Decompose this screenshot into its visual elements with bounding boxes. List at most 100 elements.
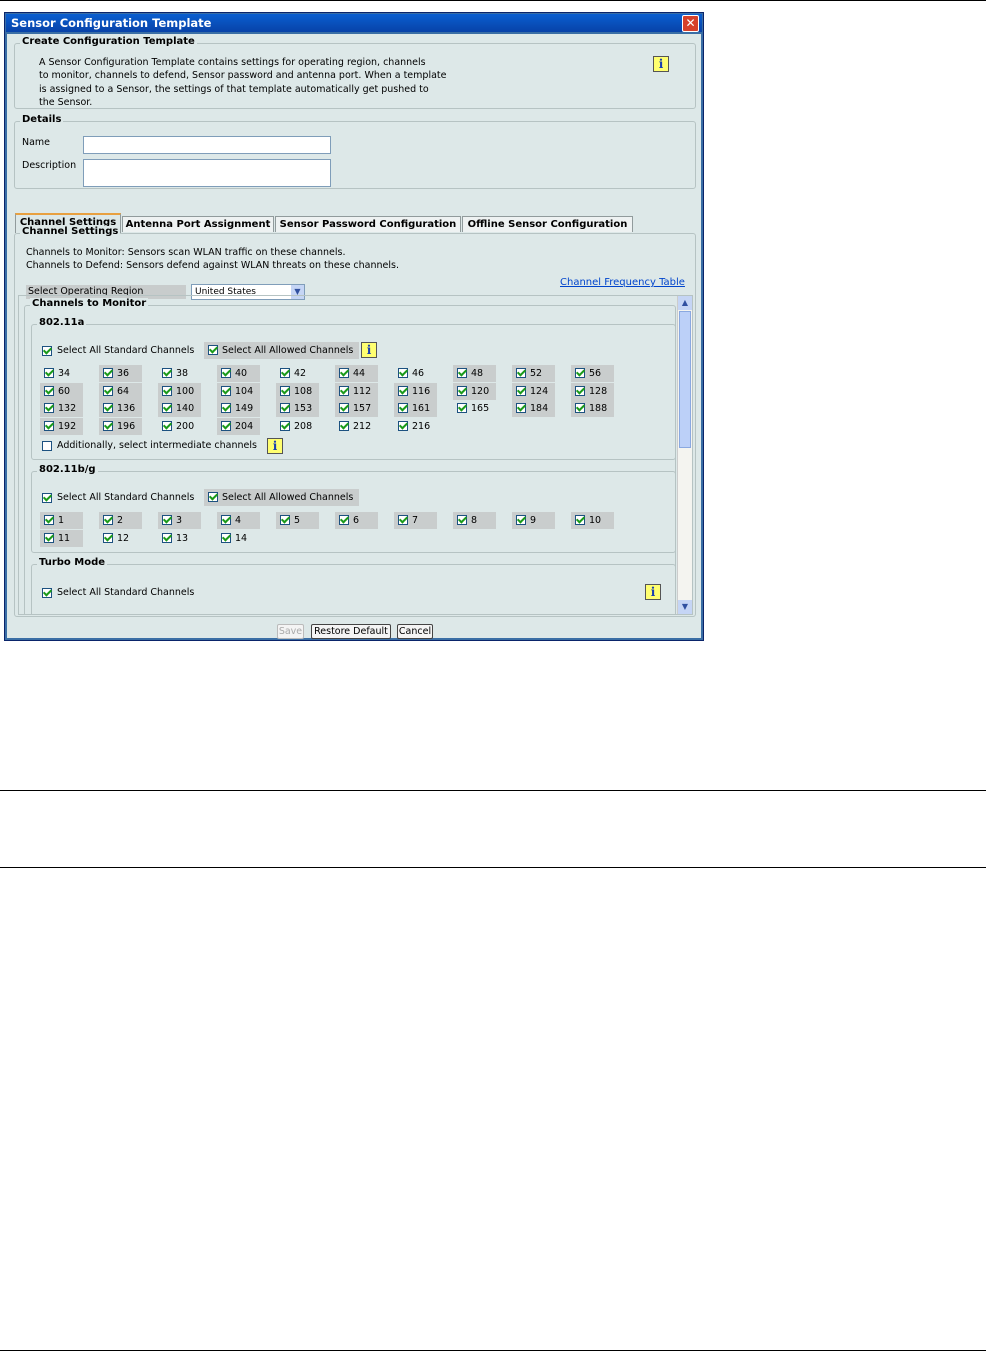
channel-checkbox[interactable]	[44, 385, 54, 396]
vertical-scrollbar[interactable]: ▲ ▼	[677, 296, 692, 614]
save-button[interactable]: Save	[277, 624, 304, 639]
channel-checkbox-item[interactable]: 40	[217, 365, 260, 382]
name-input[interactable]	[83, 136, 331, 154]
channel-checkbox[interactable]	[221, 532, 231, 543]
channel-checkbox[interactable]	[221, 368, 231, 378]
channel-checkbox[interactable]	[162, 403, 172, 413]
channel-checkbox[interactable]	[575, 368, 585, 378]
channel-checkbox-item[interactable]: 44	[335, 365, 378, 382]
channel-checkbox-item[interactable]: 8	[453, 512, 496, 529]
channel-checkbox-item[interactable]: 192	[40, 417, 83, 435]
channel-checkbox[interactable]	[280, 403, 290, 413]
channel-checkbox-item[interactable]: 46	[394, 365, 437, 382]
channel-checkbox-item[interactable]: 64	[99, 382, 142, 400]
channel-checkbox-item[interactable]: 11	[40, 529, 83, 547]
channel-checkbox-item[interactable]: 10	[571, 512, 614, 529]
channel-checkbox[interactable]	[457, 515, 467, 525]
channel-checkbox-item[interactable]: 216	[394, 418, 437, 435]
channel-checkbox[interactable]	[339, 515, 349, 525]
channel-frequency-link[interactable]: Channel Frequency Table	[560, 277, 685, 288]
channel-checkbox-item[interactable]: 212	[335, 418, 378, 435]
channel-checkbox[interactable]	[398, 368, 408, 378]
channel-checkbox-item[interactable]: 14	[217, 530, 260, 547]
channel-checkbox-item[interactable]: 56	[571, 365, 614, 382]
channel-checkbox-item[interactable]: 184	[512, 400, 555, 417]
channel-checkbox[interactable]	[103, 515, 113, 525]
channel-checkbox[interactable]	[44, 532, 54, 543]
channel-checkbox-item[interactable]: 9	[512, 512, 555, 529]
channel-checkbox-item[interactable]: 108	[276, 382, 319, 400]
channel-checkbox[interactable]	[398, 420, 408, 431]
info-icon[interactable]: i	[653, 56, 669, 72]
scroll-down-icon[interactable]: ▼	[678, 600, 692, 614]
channel-checkbox-item[interactable]: 161	[394, 400, 437, 417]
channel-checkbox[interactable]	[280, 420, 290, 431]
channel-checkbox-item[interactable]: 208	[276, 418, 319, 435]
channel-checkbox-item[interactable]: 5	[276, 512, 319, 529]
channel-checkbox[interactable]	[103, 403, 113, 413]
channel-checkbox[interactable]	[575, 385, 585, 396]
channel-checkbox-item[interactable]: 3	[158, 512, 201, 529]
channel-checkbox[interactable]	[162, 368, 172, 378]
channels-scroll-pane[interactable]: Channels to Monitor 802.11a Select All S…	[18, 295, 693, 615]
channel-checkbox-item[interactable]: 100	[158, 382, 201, 400]
channel-checkbox[interactable]	[575, 515, 585, 525]
select-all-standard-a-checkbox[interactable]	[42, 346, 52, 356]
channel-checkbox[interactable]	[103, 368, 113, 378]
channel-checkbox-item[interactable]: 34	[40, 365, 83, 382]
channel-checkbox-item[interactable]: 196	[99, 417, 142, 435]
channel-checkbox[interactable]	[398, 385, 408, 396]
channel-checkbox[interactable]	[339, 403, 349, 413]
channel-checkbox[interactable]	[339, 385, 349, 396]
restore-default-button[interactable]: Restore Default	[311, 624, 391, 639]
channel-checkbox-item[interactable]: 165	[453, 400, 496, 417]
select-all-allowed-bg-checkbox[interactable]	[208, 492, 218, 502]
channel-checkbox[interactable]	[516, 368, 526, 378]
channel-checkbox-item[interactable]: 112	[335, 382, 378, 400]
channel-checkbox-item[interactable]: 52	[512, 365, 555, 382]
channel-checkbox[interactable]	[103, 385, 113, 396]
channel-checkbox[interactable]	[162, 532, 172, 543]
channel-checkbox-item[interactable]: 38	[158, 365, 201, 382]
select-all-allowed-bg[interactable]: Select All Allowed Channels	[204, 489, 359, 506]
intermediate-channels-checkbox[interactable]	[42, 441, 52, 451]
channel-checkbox[interactable]	[339, 420, 349, 431]
channel-checkbox-item[interactable]: 48	[453, 365, 496, 382]
info-icon[interactable]: i	[267, 438, 283, 454]
channel-checkbox-item[interactable]: 157	[335, 400, 378, 417]
channel-checkbox-item[interactable]: 6	[335, 512, 378, 529]
select-all-allowed-a[interactable]: Select All Allowed Channels	[204, 342, 359, 359]
channel-checkbox[interactable]	[457, 385, 467, 396]
channel-checkbox[interactable]	[221, 385, 231, 396]
channel-checkbox-item[interactable]: 188	[571, 400, 614, 417]
channel-checkbox-item[interactable]: 124	[512, 382, 555, 400]
select-all-allowed-a-checkbox[interactable]	[208, 345, 218, 355]
channel-checkbox-item[interactable]: 60	[40, 382, 83, 400]
channel-checkbox[interactable]	[280, 385, 290, 396]
channel-checkbox-item[interactable]: 116	[394, 382, 437, 400]
cancel-button[interactable]: Cancel	[397, 624, 433, 639]
select-all-standard-turbo-checkbox[interactable]	[42, 588, 52, 598]
channel-checkbox-item[interactable]: 42	[276, 365, 319, 382]
channel-checkbox[interactable]	[221, 420, 231, 431]
channel-checkbox-item[interactable]: 4	[217, 512, 260, 529]
channel-checkbox[interactable]	[516, 403, 526, 413]
channel-checkbox[interactable]	[575, 403, 585, 413]
tab-sensor-password[interactable]: Sensor Password Configuration	[275, 216, 461, 232]
channel-checkbox[interactable]	[162, 515, 172, 525]
channel-checkbox[interactable]	[280, 368, 290, 378]
channel-checkbox-item[interactable]: 153	[276, 400, 319, 417]
tab-offline-sensor[interactable]: Offline Sensor Configuration	[462, 216, 633, 232]
channel-checkbox[interactable]	[221, 403, 231, 413]
tab-antenna-port[interactable]: Antenna Port Assignment	[122, 216, 274, 232]
channel-checkbox-item[interactable]: 120	[453, 382, 496, 400]
channel-checkbox-item[interactable]: 7	[394, 512, 437, 529]
channel-checkbox-item[interactable]: 200	[158, 418, 201, 435]
info-icon[interactable]: i	[361, 342, 377, 358]
channel-checkbox-item[interactable]: 136	[99, 400, 142, 417]
channel-checkbox-item[interactable]: 128	[571, 382, 614, 400]
channel-checkbox-item[interactable]: 204	[217, 417, 260, 435]
channel-checkbox[interactable]	[280, 515, 290, 525]
channel-checkbox-item[interactable]: 36	[99, 365, 142, 382]
channel-checkbox[interactable]	[398, 515, 408, 525]
